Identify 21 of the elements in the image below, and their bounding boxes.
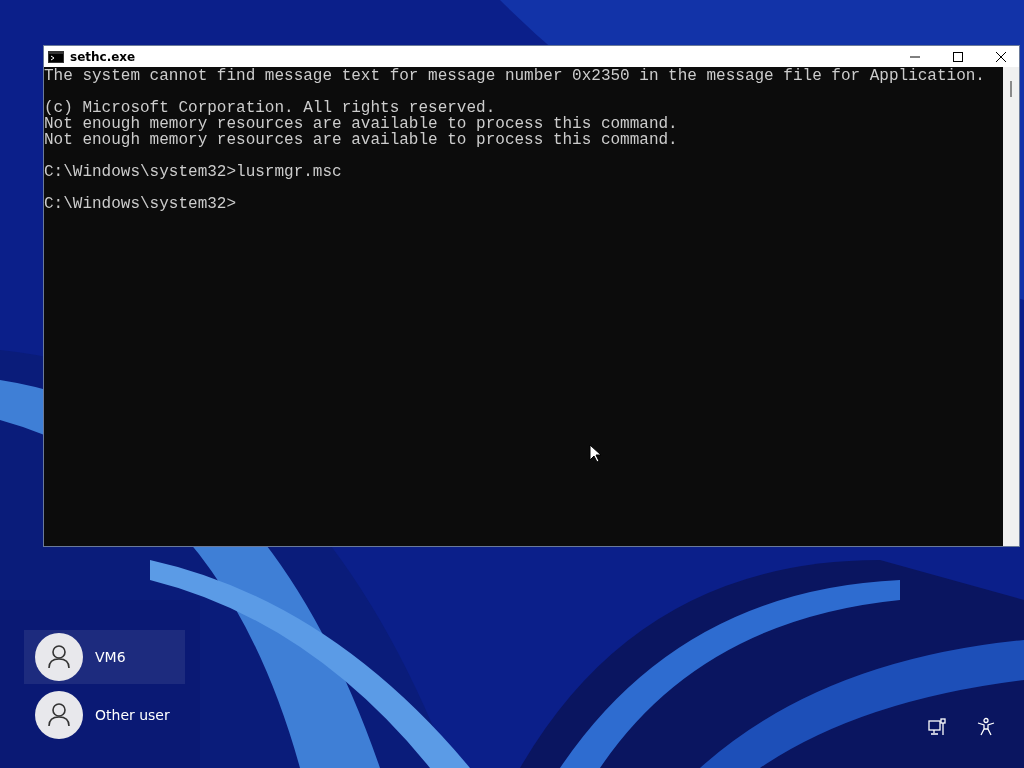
console-icon — [48, 50, 64, 63]
console-line: Not enough memory resources are available to process this command. — [44, 116, 678, 132]
console-line: (c) Microsoft Corporation. All rights reserved. — [44, 100, 496, 116]
user-avatar-icon — [35, 691, 83, 739]
console-line: The system cannot find message text for message number 0x2350 in the message file for Application. — [44, 68, 985, 84]
user-item[interactable]: VM6 — [24, 630, 185, 684]
scrollbar[interactable] — [1003, 67, 1019, 546]
console-line: C:\Windows\system32>lusrmgr.msc — [44, 164, 342, 180]
window-title: sethc.exe — [70, 49, 137, 64]
close-icon — [995, 51, 1006, 62]
console-line: Not enough memory resources are available to process this command. — [44, 132, 678, 148]
user-name: Other user — [95, 707, 170, 723]
user-item[interactable]: Other user — [24, 688, 185, 742]
maximize-icon — [952, 51, 963, 62]
accessibility-icon[interactable] — [976, 717, 996, 737]
scroll-thumb[interactable] — [1010, 81, 1012, 97]
mouse-pointer-icon — [589, 444, 601, 463]
user-name: VM6 — [95, 649, 126, 665]
network-icon[interactable] — [928, 717, 948, 737]
console-line: C:\Windows\system32> — [44, 196, 237, 212]
user-avatar-icon — [35, 633, 83, 681]
